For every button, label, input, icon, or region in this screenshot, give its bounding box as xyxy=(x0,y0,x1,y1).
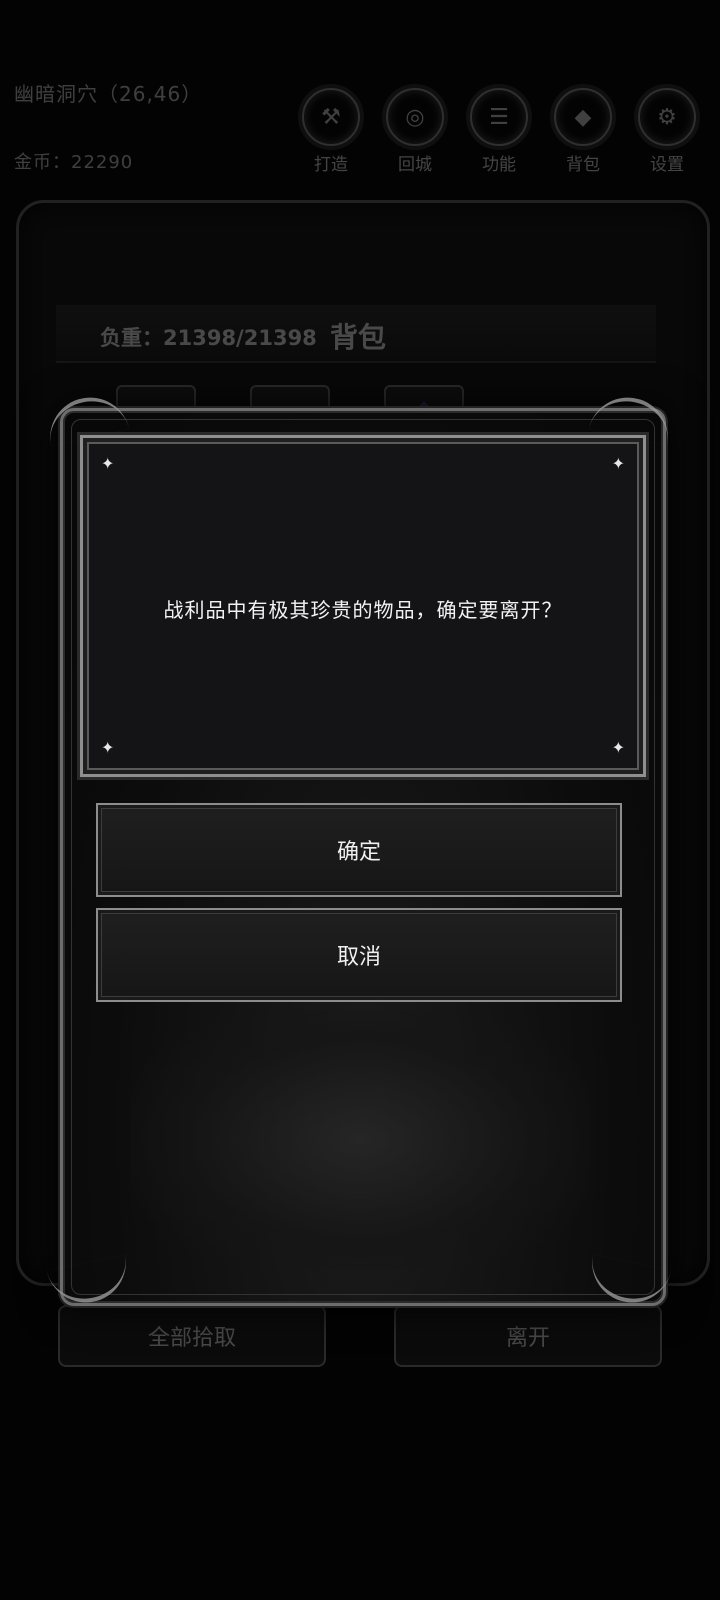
gold-label: 金币：22290 xyxy=(14,152,134,173)
sparkle-icon: ✦ xyxy=(611,454,625,473)
bag-weight-label: 负重：21398/21398 xyxy=(100,326,317,350)
forge-label: 打造 xyxy=(314,155,348,175)
hammer-icon: ⚒ xyxy=(302,88,360,146)
dialog-message: 战利品中有极其珍贵的物品，确定要离开？ xyxy=(163,598,563,622)
bag-button[interactable]: ◆ 背包 xyxy=(548,88,618,175)
bag-label: 背包 xyxy=(566,155,600,175)
location-label: 幽暗洞穴（26,46） xyxy=(14,82,203,106)
cancel-button[interactable]: 取消 xyxy=(96,908,622,1002)
functions-label: 功能 xyxy=(482,155,516,175)
leave-button[interactable]: 离开 xyxy=(394,1305,662,1367)
confirm-button[interactable]: 确定 xyxy=(96,803,622,897)
settings-label: 设置 xyxy=(650,155,684,175)
sparkle-icon: ✦ xyxy=(611,738,625,757)
return-town-label: 回城 xyxy=(398,155,432,175)
forge-button[interactable]: ⚒ 打造 xyxy=(296,88,366,175)
functions-button[interactable]: ☰ 功能 xyxy=(464,88,534,175)
gear-icon: ⚙ xyxy=(638,88,696,146)
pick-all-button[interactable]: 全部拾取 xyxy=(58,1305,326,1367)
sparkle-icon: ✦ xyxy=(101,738,115,757)
return-town-button[interactable]: ◎ 回城 xyxy=(380,88,450,175)
bag-icon: ◆ xyxy=(554,88,612,146)
message-box: ✦ ✦ ✦ ✦ 战利品中有极其珍贵的物品，确定要离开？ xyxy=(80,435,646,777)
sparkle-icon: ✦ xyxy=(101,454,115,473)
game-screen: 幽暗洞穴（26,46） 金币：22290 ⚒ 打造 ◎ 回城 ☰ 功能 ◆ 背包… xyxy=(0,0,720,1600)
portal-icon: ◎ xyxy=(386,88,444,146)
bag-title: 背包 xyxy=(330,321,387,354)
dialog-texture xyxy=(130,1010,590,1270)
settings-button[interactable]: ⚙ 设置 xyxy=(632,88,702,175)
menu-icon: ☰ xyxy=(470,88,528,146)
